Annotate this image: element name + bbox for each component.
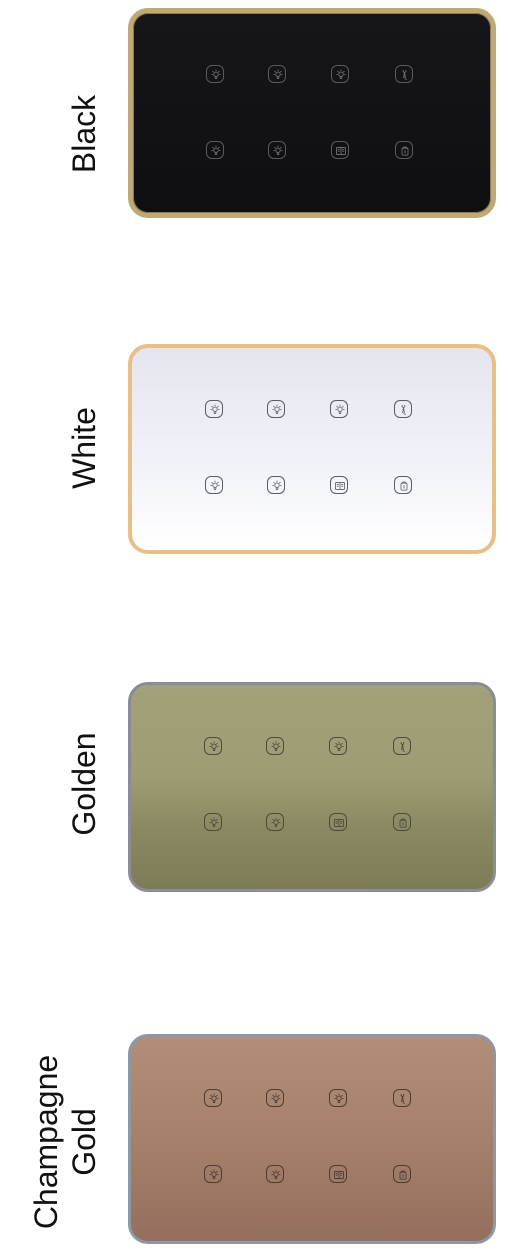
curtain-icon bbox=[394, 1090, 410, 1108]
switch-button[interactable] bbox=[331, 65, 349, 83]
light-bulb-icon bbox=[269, 66, 285, 84]
finish-row-golden: Golden bbox=[0, 680, 509, 900]
switch-button[interactable] bbox=[268, 65, 286, 83]
curtain-icon bbox=[396, 66, 412, 84]
switch-button[interactable] bbox=[266, 813, 284, 831]
do-not-disturb-icon bbox=[394, 1166, 410, 1184]
light-bulb-icon bbox=[267, 738, 283, 756]
switch-button[interactable] bbox=[394, 400, 412, 418]
switch-button[interactable] bbox=[205, 476, 223, 494]
switch-button[interactable] bbox=[204, 737, 222, 755]
light-bulb-icon bbox=[207, 142, 223, 160]
switch-button[interactable] bbox=[266, 1165, 284, 1183]
book-icon bbox=[332, 142, 348, 160]
switch-button[interactable] bbox=[267, 476, 285, 494]
light-bulb-icon bbox=[330, 1090, 346, 1108]
book-icon bbox=[330, 814, 346, 832]
do-not-disturb-icon bbox=[396, 142, 412, 160]
switch-panel-white bbox=[128, 344, 496, 554]
switch-panel-black bbox=[128, 8, 496, 218]
switch-button[interactable] bbox=[204, 1165, 222, 1183]
switch-panel-golden bbox=[128, 682, 496, 892]
finish-row-black: Black bbox=[0, 4, 509, 224]
switch-button[interactable] bbox=[266, 1089, 284, 1107]
switch-button[interactable] bbox=[329, 1089, 347, 1107]
switch-button[interactable] bbox=[329, 1165, 347, 1183]
book-icon bbox=[331, 477, 347, 495]
light-bulb-icon bbox=[205, 1090, 221, 1108]
light-bulb-icon bbox=[267, 814, 283, 832]
switch-button[interactable] bbox=[395, 141, 413, 159]
switch-panel-champagne bbox=[128, 1034, 496, 1244]
light-bulb-icon bbox=[332, 66, 348, 84]
switch-button[interactable] bbox=[204, 813, 222, 831]
switch-button[interactable] bbox=[331, 141, 349, 159]
switch-button[interactable] bbox=[205, 400, 223, 418]
light-bulb-icon bbox=[206, 401, 222, 419]
switch-button[interactable] bbox=[206, 65, 224, 83]
switch-button[interactable] bbox=[330, 400, 348, 418]
switch-button[interactable] bbox=[393, 813, 411, 831]
do-not-disturb-icon bbox=[395, 477, 411, 495]
light-bulb-icon bbox=[331, 401, 347, 419]
light-bulb-icon bbox=[205, 738, 221, 756]
switch-button[interactable] bbox=[329, 813, 347, 831]
switch-button[interactable] bbox=[330, 476, 348, 494]
switch-button[interactable] bbox=[204, 1089, 222, 1107]
switch-button[interactable] bbox=[268, 141, 286, 159]
switch-button[interactable] bbox=[393, 1165, 411, 1183]
finish-label: Black bbox=[66, 94, 102, 174]
light-bulb-icon bbox=[330, 738, 346, 756]
switch-button[interactable] bbox=[206, 141, 224, 159]
finish-row-champagne: Champagne Gold bbox=[0, 1032, 509, 1252]
switch-button[interactable] bbox=[266, 737, 284, 755]
book-icon bbox=[330, 1166, 346, 1184]
finish-label: Champagne Gold bbox=[28, 1054, 102, 1230]
curtain-icon bbox=[395, 401, 411, 419]
light-bulb-icon bbox=[267, 1090, 283, 1108]
switch-button[interactable] bbox=[394, 476, 412, 494]
finish-row-white: White bbox=[0, 340, 509, 560]
light-bulb-icon bbox=[269, 142, 285, 160]
finish-label: Golden bbox=[66, 732, 102, 836]
light-bulb-icon bbox=[268, 477, 284, 495]
switch-button[interactable] bbox=[393, 737, 411, 755]
light-bulb-icon bbox=[207, 66, 223, 84]
switch-button[interactable] bbox=[267, 400, 285, 418]
do-not-disturb-icon bbox=[394, 814, 410, 832]
switch-button[interactable] bbox=[329, 737, 347, 755]
light-bulb-icon bbox=[206, 477, 222, 495]
light-bulb-icon bbox=[205, 814, 221, 832]
switch-button[interactable] bbox=[393, 1089, 411, 1107]
light-bulb-icon bbox=[205, 1166, 221, 1184]
light-bulb-icon bbox=[267, 1166, 283, 1184]
curtain-icon bbox=[394, 738, 410, 756]
switch-button[interactable] bbox=[395, 65, 413, 83]
finish-label: White bbox=[66, 407, 102, 489]
light-bulb-icon bbox=[268, 401, 284, 419]
